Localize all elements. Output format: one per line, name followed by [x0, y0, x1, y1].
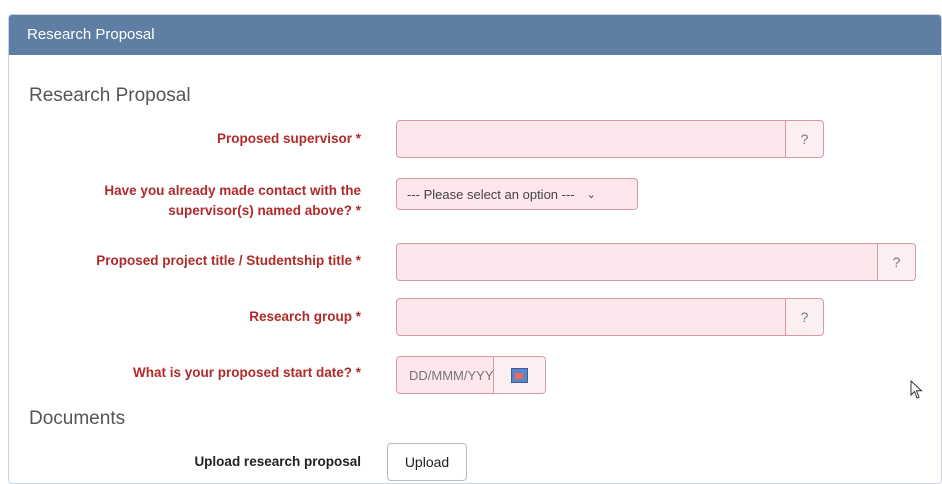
upload-button[interactable]: Upload	[387, 443, 467, 481]
supervisor-input-group: ?	[396, 120, 824, 158]
research-group-input[interactable]	[396, 298, 786, 336]
section-title-documents: Documents	[29, 408, 126, 429]
contact-label: Have you already made contact with the s…	[104, 183, 361, 218]
contact-select-value: --- Please select an option ---	[407, 186, 575, 202]
supervisor-help-button[interactable]: ?	[786, 120, 824, 158]
project-title-input-group: ?	[396, 243, 916, 281]
research-group-label: Research group *	[249, 309, 361, 324]
start-date-label: What is your proposed start date? *	[132, 365, 361, 380]
chevron-down-icon: ⌄	[586, 188, 596, 201]
project-title-label: Proposed project title / Studentship tit…	[96, 253, 361, 268]
start-date-group	[396, 356, 546, 394]
research-proposal-panel: Research Proposal Research Proposal Prop…	[8, 14, 942, 484]
contact-select[interactable]: --- Please select an option --- ⌄	[396, 178, 638, 210]
project-title-input[interactable]	[396, 243, 878, 281]
research-group-input-group: ?	[396, 298, 824, 336]
start-date-input[interactable]	[396, 356, 494, 394]
calendar-icon	[511, 367, 528, 383]
panel-header: Research Proposal	[9, 15, 941, 55]
mouse-cursor-icon	[910, 380, 923, 399]
project-title-help-button[interactable]: ?	[878, 243, 916, 281]
upload-label: Upload research proposal	[194, 454, 361, 469]
supervisor-label: Proposed supervisor *	[216, 131, 361, 146]
research-group-help-button[interactable]: ?	[786, 298, 824, 336]
section-title-research: Research Proposal	[29, 85, 191, 106]
supervisor-input[interactable]	[396, 120, 786, 158]
calendar-button[interactable]	[494, 356, 546, 394]
